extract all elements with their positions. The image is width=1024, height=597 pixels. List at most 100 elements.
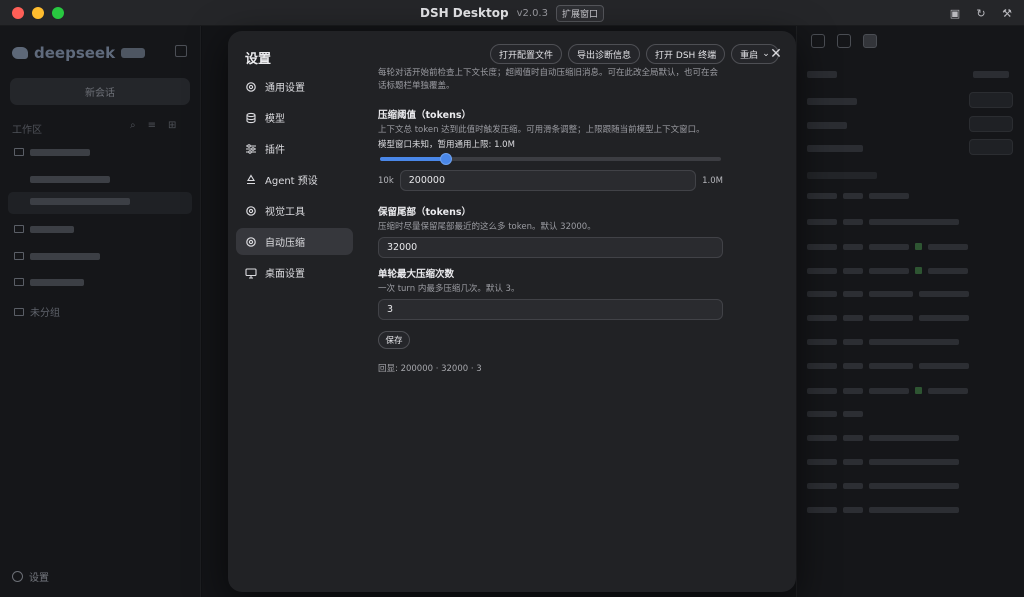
files-icon[interactable] (811, 34, 825, 48)
panel-field-label (807, 145, 863, 152)
minimize-window-button[interactable] (32, 6, 44, 19)
workspace-folder[interactable] (14, 278, 84, 286)
max-passes-desc: 一次 turn 内最多压缩几次。默认 3。 (378, 284, 520, 294)
slider-fill (380, 157, 447, 161)
new-chat-label: 新会话 (85, 88, 115, 99)
filter-icon[interactable]: ≡ (148, 120, 156, 131)
panel-subheading (807, 172, 877, 179)
maximize-window-button[interactable] (52, 6, 64, 19)
terminal-icon[interactable]: ▣ (946, 4, 964, 22)
nav-model[interactable]: 模型 (236, 104, 353, 131)
monitor-icon (245, 267, 257, 279)
log-row (807, 243, 968, 250)
log-row (807, 435, 959, 441)
expand-window-button[interactable]: 扩展窗口 (555, 4, 604, 22)
panel-field[interactable] (969, 92, 1013, 108)
nav-plugins[interactable]: 插件 (236, 135, 353, 162)
dialog-title: 设置 (245, 52, 272, 67)
tail-title: 保留尾部（tokens） (378, 207, 471, 218)
range-max-label: 1.0M (702, 175, 723, 186)
log-row (807, 291, 969, 297)
nav-auto-compress-label: 自动压缩 (265, 238, 305, 249)
branch-icon[interactable] (837, 34, 851, 48)
traffic-lights (12, 6, 64, 19)
background-sidebar: deepseek 新会话 工作区 ⌕ ≡ ⊞ 未分组 设置 (0, 26, 201, 597)
nav-plugins-label: 插件 (265, 145, 285, 156)
nav-desktop-label: 桌面设置 (265, 269, 305, 280)
window-titlebar: DSH Desktop v2.0.3 扩展窗口 ▣ ↻ ⚒ (0, 0, 1024, 26)
panel-field-label (807, 122, 847, 129)
dialog-actions: 打开配置文件 导出诊断信息 打开 DSH 终端 重启 ⌄ (490, 44, 779, 64)
close-icon[interactable]: ✕ (768, 46, 784, 62)
panel-field[interactable] (969, 116, 1013, 132)
workspace-session[interactable] (30, 176, 110, 183)
nav-general[interactable]: 通用设置 (236, 73, 353, 100)
nav-vision-tools[interactable]: 视觉工具 (236, 197, 353, 224)
nav-desktop[interactable]: 桌面设置 (236, 259, 353, 286)
threshold-range: 10k 200000 1.0M (378, 170, 723, 191)
gear-icon (245, 81, 257, 93)
panel-field[interactable] (969, 139, 1013, 155)
workspace-folder[interactable] (14, 225, 74, 233)
open-config-button[interactable]: 打开配置文件 (490, 44, 563, 64)
gear-icon (245, 205, 257, 217)
export-diagnostics-button[interactable]: 导出诊断信息 (568, 44, 641, 64)
threshold-slider[interactable] (378, 153, 723, 165)
workspace-session[interactable] (30, 198, 130, 205)
title-center: DSH Desktop v2.0.3 扩展窗口 (0, 0, 1024, 26)
log-row (807, 267, 968, 274)
workspace-folder-ungrouped[interactable]: 未分组 (14, 304, 60, 319)
intro-text: 每轮对话开始前检查上下文长度；超阈值时自动压缩旧消息。可在此改全局默认，也可在会… (378, 68, 719, 91)
refresh-icon[interactable]: ↻ (972, 4, 990, 22)
folder-icon (14, 278, 24, 286)
sliders-icon (245, 143, 257, 155)
log-row (807, 483, 959, 489)
close-window-button[interactable] (12, 6, 24, 19)
wrench-icon[interactable]: ⚒ (998, 4, 1016, 22)
gear-icon (12, 571, 23, 582)
document-icon[interactable] (863, 34, 877, 48)
open-terminal-button[interactable]: 打开 DSH 终端 (646, 44, 726, 64)
app-version: v2.0.3 (516, 7, 548, 19)
threshold-section: 压缩阈值（tokens） 上下文总 token 达到此值时触发压缩。可用滑条调整… (378, 107, 723, 150)
workspace-folder[interactable] (14, 148, 90, 156)
sidebar-toggle-icon[interactable] (175, 45, 187, 57)
save-button[interactable]: 保存 (378, 331, 410, 349)
nav-general-label: 通用设置 (265, 83, 305, 94)
max-passes-input[interactable]: 3 (378, 299, 723, 320)
log-row (807, 193, 909, 199)
nav-agent-presets-label: Agent 预设 (265, 176, 318, 187)
gear-icon (245, 236, 257, 248)
app-title: DSH Desktop (419, 6, 509, 20)
nav-auto-compress[interactable]: 自动压缩 (236, 228, 353, 255)
background-right-panel (796, 26, 1024, 597)
log-row (807, 411, 863, 417)
settings-dialog: 设置 通用设置 模型 插件 Agent 预设 视觉工具 自动压缩 桌面设置 打开… (228, 31, 796, 592)
log-row (807, 507, 959, 513)
tail-input[interactable]: 32000 (378, 237, 723, 258)
new-folder-icon[interactable]: ⊞ (168, 120, 176, 131)
slider-thumb[interactable] (440, 153, 453, 165)
settings-nav: 通用设置 模型 插件 Agent 预设 视觉工具 自动压缩 桌面设置 (236, 73, 353, 290)
workspace-folder[interactable] (14, 252, 100, 260)
settings-footer-button[interactable]: 设置 (12, 569, 49, 584)
tail-section: 保留尾部（tokens） 压缩时尽量保留尾部最近的这么多 token。默认 32… (378, 204, 723, 258)
folder-icon (14, 148, 24, 156)
new-chat-button[interactable]: 新会话 (10, 78, 190, 105)
log-row (807, 459, 959, 465)
echo-text: 回显: 200000 · 32000 · 3 (378, 364, 482, 374)
threshold-title: 压缩阈值（tokens） (378, 110, 471, 121)
range-min-label: 10k (378, 175, 394, 186)
nav-agent-presets[interactable]: Agent 预设 (236, 166, 353, 193)
auto-compress-panel: 每轮对话开始前检查上下文长度；超阈值时自动压缩旧消息。可在此改全局默认，也可在会… (378, 67, 723, 374)
search-icon[interactable]: ⌕ (130, 120, 136, 131)
workspace-tools: ⌕ ≡ ⊞ (130, 120, 176, 131)
log-row (807, 363, 969, 369)
folder-icon (14, 225, 24, 233)
workspace-label: 工作区 (12, 125, 42, 136)
log-row (807, 315, 969, 321)
threshold-input[interactable]: 200000 (399, 170, 697, 191)
panel-heading (807, 71, 837, 78)
panel-action[interactable] (973, 71, 1009, 78)
log-row (807, 219, 959, 225)
